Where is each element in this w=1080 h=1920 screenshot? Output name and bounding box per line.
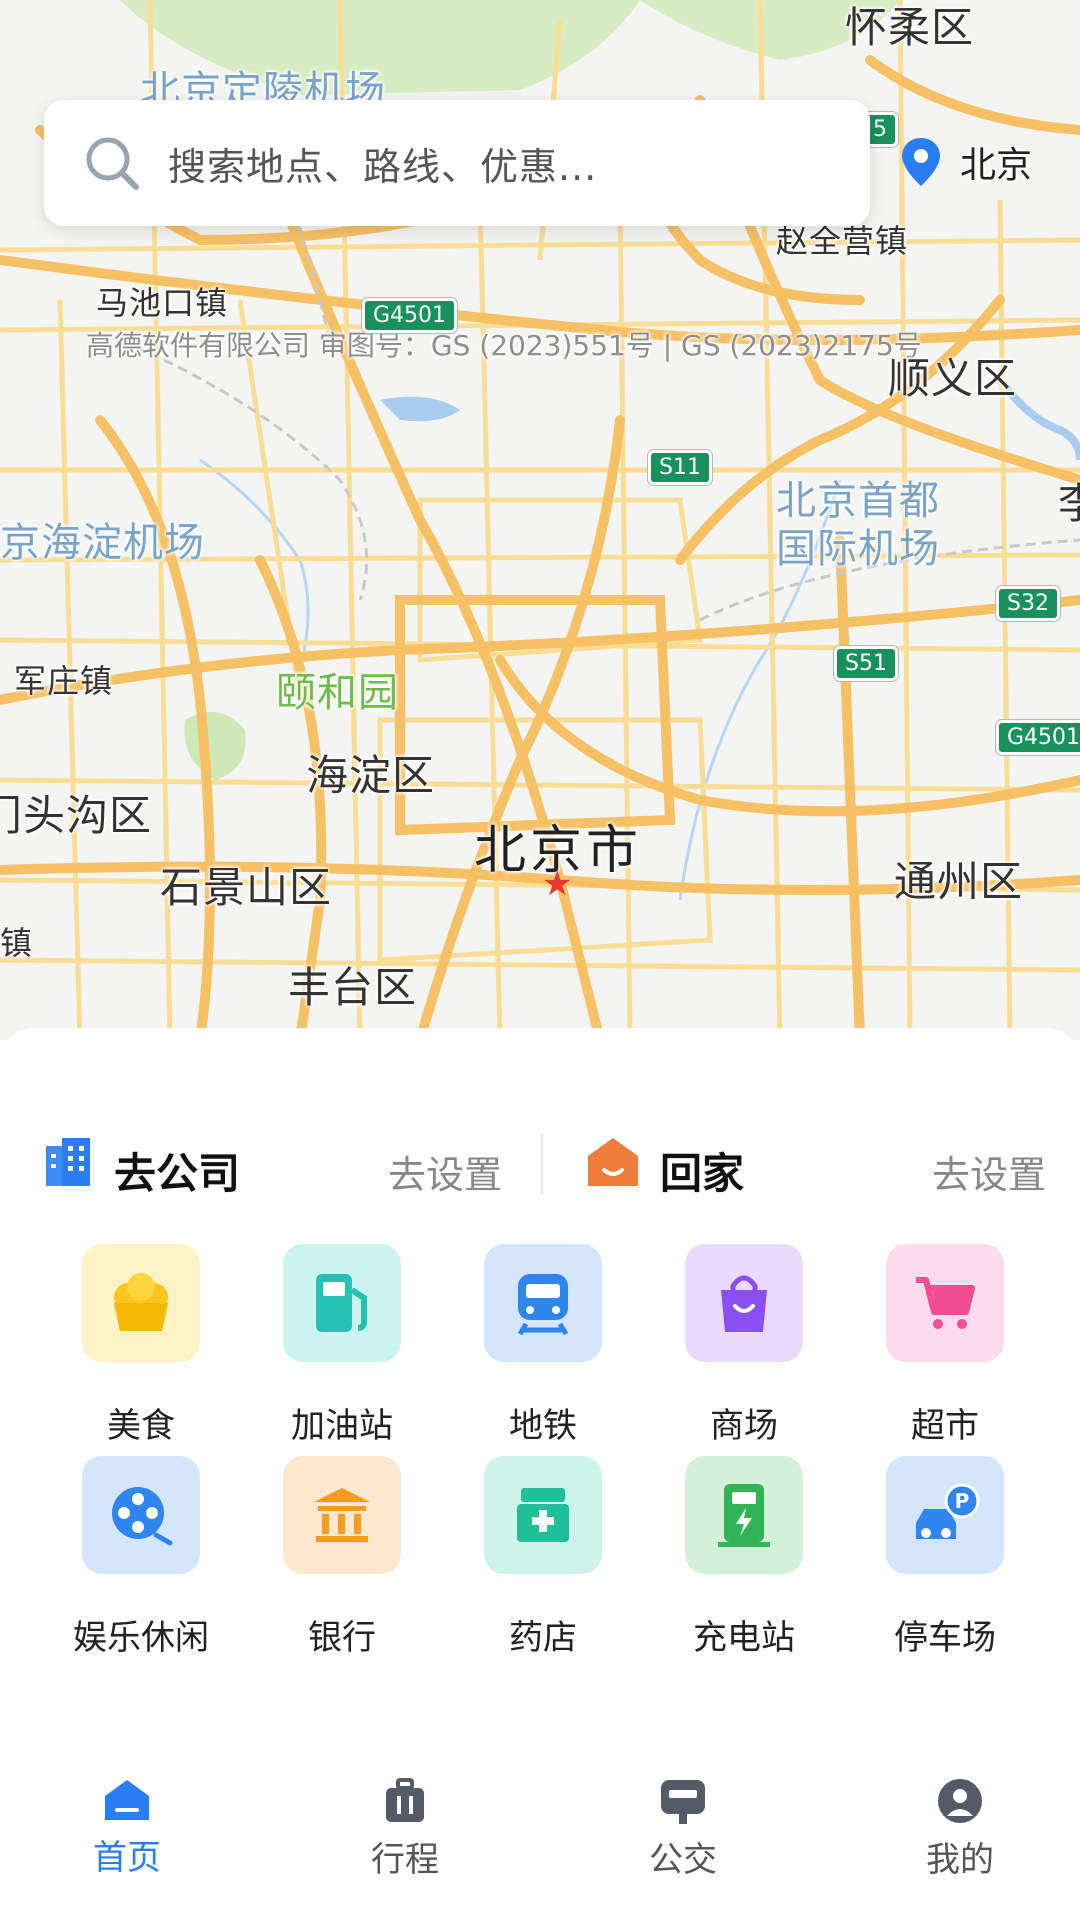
search-bar[interactable]: 搜索地点、路线、优惠... [44,100,870,226]
tab-trips[interactable]: 行程 [305,1760,505,1881]
home-set-button[interactable]: 去设置 [932,1144,1046,1199]
bottom-tab-bar: 首页 行程 公交 我的 [0,1760,1080,1920]
tab-label: 首页 [93,1838,161,1878]
tab-profile[interactable]: 我的 [860,1760,1060,1881]
highway-shield-g4501-b: G4501 [996,720,1080,755]
mall-icon [685,1244,803,1362]
tab-home[interactable]: 首页 [27,1760,227,1879]
food-icon [82,1244,200,1362]
map-label-machikou: 马池口镇 [96,284,229,322]
map-label-shijingshan: 石景山区 [160,863,333,912]
category-gas-station[interactable]: 加油站 [247,1244,437,1447]
map-label-haidian-airport: 京海淀机场 [0,520,205,566]
search-icon [86,137,139,190]
highway-shield-s51: S51 [834,646,898,681]
map-label-li-edge: 李 [1058,470,1080,531]
pharmacy-icon [484,1456,602,1574]
category-label: 超市 [911,1406,979,1446]
highway-shield-s32: S32 [996,586,1060,621]
category-mall[interactable]: 商场 [649,1244,839,1447]
go-to-company-label[interactable]: 去公司 [114,1140,240,1201]
highway-shield-g4501: G4501 [362,298,458,333]
tab-label: 公交 [649,1840,717,1880]
charging-station-icon [685,1456,803,1574]
category-label: 充电站 [693,1618,795,1658]
luggage-icon [386,1778,424,1822]
map-label-junzhuang: 军庄镇 [14,662,114,700]
highway-shield-s11: S11 [648,450,712,485]
category-pharmacy[interactable]: 药店 [448,1456,638,1659]
category-subway[interactable]: 地铁 [448,1244,638,1447]
category-food[interactable]: 美食 [46,1244,236,1447]
map-label-town-edge: 镇 [0,924,34,962]
tab-bus[interactable]: 公交 [583,1760,783,1881]
building-icon [46,1138,90,1186]
map-label-shunyi: 顺义区 [888,354,1018,403]
map-label-capital-airport-2: 国际机场 [776,526,940,572]
shortcut-divider [541,1134,543,1194]
category-bank[interactable]: 银行 [247,1456,437,1659]
category-label: 药店 [509,1618,577,1658]
map-label-huairou: 怀柔区 [845,3,975,52]
subway-icon [484,1244,602,1362]
city-picker[interactable]: 北京 [900,136,1032,188]
category-label: 停车场 [894,1618,996,1658]
category-supermarket[interactable]: 超市 [850,1244,1040,1447]
home-tab-icon [105,1780,149,1820]
gas-station-icon [283,1244,401,1362]
profile-icon [938,1779,982,1823]
category-entertainment[interactable]: 娱乐休闲 [46,1456,236,1659]
svg-text:P: P [955,1489,970,1513]
map-label-mentougou: 门头沟区 [0,791,153,840]
map-label-fengtai: 丰台区 [288,963,418,1012]
category-charging-station[interactable]: 充电站 [649,1456,839,1659]
tab-label: 行程 [371,1840,439,1880]
company-set-button[interactable]: 去设置 [388,1144,502,1199]
bank-icon [283,1456,401,1574]
map-label-yiheyuan: 颐和园 [276,670,399,716]
parking-icon: P [886,1456,1004,1574]
city-center-star-icon: ★ [542,864,573,904]
location-pin-icon [902,138,940,186]
entertainment-icon [82,1456,200,1574]
shortcut-row: 去公司 去设置 回家 去设置 [0,1088,1080,1198]
tab-label: 我的 [926,1840,994,1880]
map-copyright: 高德软件有限公司 审图号：GS (2023)551号 | GS (2023)21… [86,329,922,362]
category-label: 美食 [107,1406,175,1446]
bus-icon [661,1780,705,1824]
go-home-label[interactable]: 回家 [660,1140,744,1201]
city-label: 北京 [960,145,1033,186]
category-label: 银行 [308,1618,376,1658]
search-placeholder: 搜索地点、路线、优惠... [168,144,598,189]
category-label: 娱乐休闲 [73,1618,209,1658]
home-icon [588,1138,638,1186]
map-label-haidian: 海淀区 [306,751,436,800]
category-label: 加油站 [291,1406,393,1446]
category-parking[interactable]: P 停车场 [850,1456,1040,1659]
map-label-tongzhou: 通州区 [894,857,1024,906]
supermarket-icon [886,1244,1004,1362]
category-label: 商场 [710,1406,778,1446]
category-label: 地铁 [509,1406,577,1446]
